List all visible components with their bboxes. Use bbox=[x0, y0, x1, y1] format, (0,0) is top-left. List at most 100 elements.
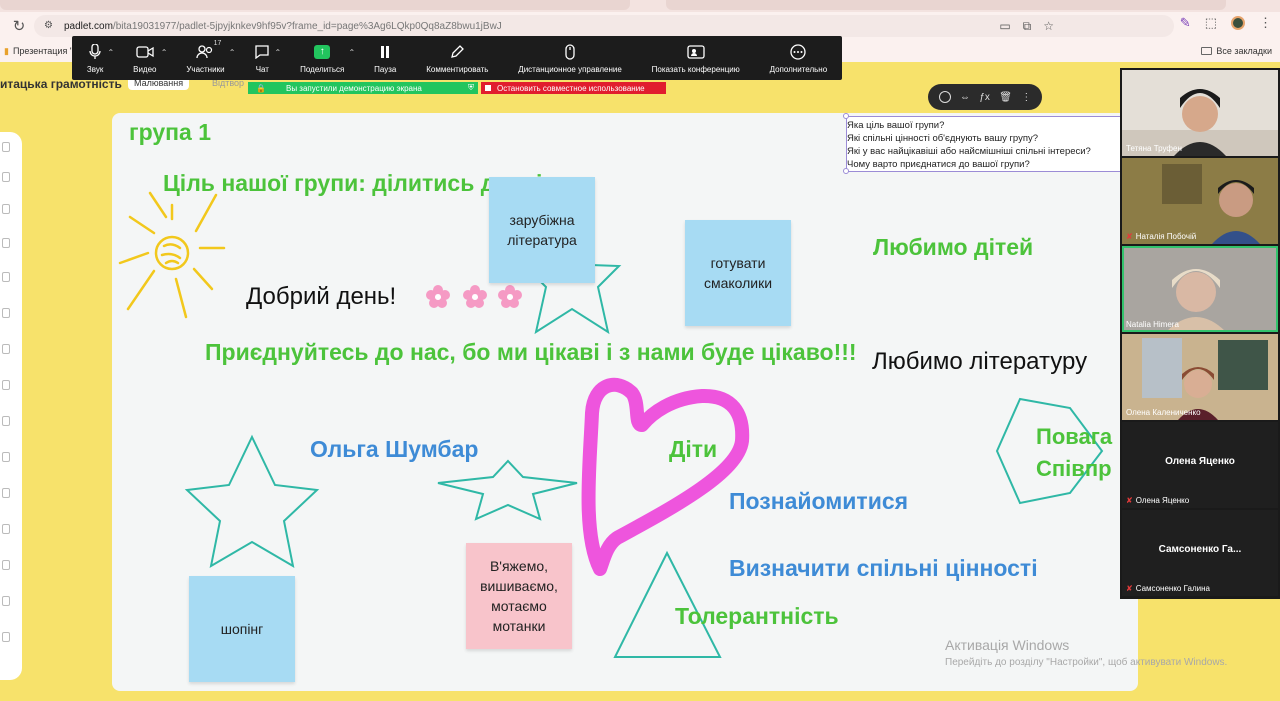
participant-name-text: Тетяна Труфен bbox=[1126, 144, 1182, 153]
profile-avatar[interactable] bbox=[1231, 16, 1245, 30]
resize-handle[interactable] bbox=[843, 168, 849, 174]
kids-text[interactable]: Діти bbox=[669, 436, 717, 463]
join-text[interactable]: Приєднуйтесь до нас, бо ми цікаві і з на… bbox=[205, 339, 857, 366]
participant-tile[interactable]: ✘ Наталія Побочій bbox=[1122, 158, 1278, 244]
padlet-left-rail bbox=[0, 132, 22, 680]
rail-icon[interactable] bbox=[2, 142, 10, 152]
remote-control-button[interactable]: Дистанционное управление bbox=[503, 36, 636, 80]
cast-icon[interactable]: ⧉ bbox=[1023, 19, 1032, 34]
toolbar-label: Участники bbox=[186, 64, 225, 74]
chat-button[interactable]: Чат ⌃ bbox=[239, 36, 285, 80]
mouse-icon bbox=[565, 43, 575, 61]
color-circle-icon[interactable] bbox=[938, 91, 951, 103]
pause-button[interactable]: Пауза bbox=[359, 36, 411, 80]
padlet-canvas[interactable]: група 1 Ціль нашої групи: ділитись досві… bbox=[112, 113, 1138, 691]
participant-name: Олена Калениченко bbox=[1126, 408, 1201, 417]
greeting-text[interactable]: Добрий день! bbox=[246, 283, 396, 311]
participant-name-text: Олена Калениченко bbox=[1126, 408, 1201, 417]
show-meeting-button[interactable]: Показать конференцию bbox=[637, 36, 755, 80]
values-text[interactable]: Визначити спільні цінності bbox=[729, 555, 1038, 582]
chevron-down-icon[interactable]: ⌃ bbox=[275, 48, 282, 57]
participants-button[interactable]: 17 Участники ⌃ bbox=[171, 36, 239, 80]
link-icon[interactable]: ⇔ bbox=[960, 92, 970, 103]
stop-sharing-button[interactable]: Остановить совместное использование bbox=[481, 82, 666, 94]
muted-mic-icon: ✘ bbox=[1126, 232, 1133, 241]
reload-icon[interactable]: ↻ bbox=[8, 17, 30, 35]
question-line: Чому варто приєднатися до вашої групи? bbox=[847, 159, 1030, 170]
chevron-down-icon[interactable]: ⌃ bbox=[108, 48, 115, 57]
participant-name-text: Олена Яценко bbox=[1135, 496, 1190, 505]
audio-button[interactable]: Звук ⌃ bbox=[72, 36, 118, 80]
sticky-note-shopping[interactable]: шопінг bbox=[189, 576, 295, 682]
author-name-text[interactable]: Ольга Шумбар bbox=[310, 436, 478, 463]
rail-icon[interactable] bbox=[2, 632, 10, 642]
folder-icon bbox=[1201, 47, 1213, 55]
muted-mic-icon: ✘ bbox=[1126, 584, 1133, 593]
rail-icon[interactable] bbox=[2, 596, 10, 606]
bookmark-star-icon[interactable]: ☆ bbox=[1043, 19, 1054, 33]
selected-questions-text[interactable]: Яка ціль вашої групи? Які спільні ціннос… bbox=[846, 116, 1124, 172]
more-button[interactable]: Дополнительно bbox=[755, 36, 842, 80]
chevron-down-icon[interactable]: ⌃ bbox=[349, 48, 356, 57]
menu-icon[interactable]: ⋮ bbox=[1259, 15, 1272, 31]
share-button[interactable]: ↑ Поделиться ⌃ bbox=[285, 36, 359, 80]
watermark-subtitle: Перейдіть до розділу "Настройки", щоб ак… bbox=[945, 657, 1228, 668]
url-path: /bita19031977/padlet-5jpyjknkev9hf95v?fr… bbox=[112, 20, 502, 32]
chevron-down-icon[interactable]: ⌃ bbox=[229, 48, 236, 57]
love-literature-text[interactable]: Любимо літературу bbox=[872, 348, 1087, 376]
formula-icon[interactable]: ƒx bbox=[979, 92, 990, 103]
respect-line: Повага bbox=[1036, 424, 1113, 449]
more-icon[interactable]: ⋮ bbox=[1021, 92, 1031, 103]
pen-icon[interactable]: ✎ bbox=[1180, 15, 1191, 31]
sticky-note-crafts[interactable]: В'яжемо, вишиваємо, мотаємо мотанки bbox=[466, 543, 572, 649]
rail-icon[interactable] bbox=[2, 238, 10, 248]
group-title[interactable]: група 1 bbox=[129, 119, 211, 146]
pause-icon bbox=[380, 43, 390, 61]
participant-tile[interactable]: Тетяна Труфен bbox=[1122, 70, 1278, 156]
participant-tile[interactable]: Олена Калениченко bbox=[1122, 334, 1278, 420]
page-icon[interactable]: ▭ bbox=[999, 19, 1010, 33]
rail-icon[interactable] bbox=[2, 416, 10, 426]
screen-sharing-banner: 🔒 Вы запустили демонстрацию экрана ⛨ bbox=[248, 82, 478, 94]
trash-icon[interactable]: 🗑 bbox=[999, 92, 1012, 103]
tolerance-text[interactable]: Толерантність bbox=[675, 603, 839, 630]
participant-tile-active[interactable]: Natalia Himera bbox=[1122, 246, 1278, 332]
url-field[interactable]: ⚙ padlet.com /bita19031977/padlet-5jpyjk… bbox=[34, 15, 1174, 37]
video-button[interactable]: Видео ⌃ bbox=[118, 36, 171, 80]
toolbar-label: Поделиться bbox=[300, 64, 345, 74]
bookmark-favicon-icon: ▮ bbox=[4, 45, 9, 56]
toolbar-label: Дополнительно bbox=[769, 64, 828, 74]
rail-icon[interactable] bbox=[2, 308, 10, 318]
more-icon bbox=[790, 43, 806, 61]
flower-icon bbox=[498, 285, 522, 308]
participant-tile[interactable]: Самсоненко Га... ✘ Самсоненко Галина bbox=[1122, 510, 1278, 596]
extensions-icon[interactable]: ⬚ bbox=[1205, 15, 1217, 31]
rail-icon[interactable] bbox=[2, 560, 10, 570]
love-kids-text[interactable]: Любимо дітей bbox=[873, 234, 1033, 261]
site-settings-icon[interactable]: ⚙ bbox=[44, 20, 56, 32]
annotate-button[interactable]: Комментировать bbox=[411, 36, 503, 80]
browser-tab[interactable] bbox=[666, 0, 1226, 10]
browser-tab[interactable] bbox=[0, 0, 630, 10]
toolbar-label: Видео bbox=[133, 64, 157, 74]
resize-handle[interactable] bbox=[843, 113, 849, 119]
respect-text[interactable]: Повага Співпр bbox=[1036, 421, 1112, 485]
sticky-text: зарубіжна література bbox=[507, 212, 577, 248]
camera-icon bbox=[136, 43, 154, 61]
rail-icon[interactable] bbox=[2, 524, 10, 534]
rail-icon[interactable] bbox=[2, 172, 10, 182]
rail-icon[interactable] bbox=[2, 272, 10, 282]
rail-icon[interactable] bbox=[2, 344, 10, 354]
all-bookmarks[interactable]: Все закладки bbox=[1201, 46, 1272, 56]
sticky-note-literature[interactable]: зарубіжна література bbox=[489, 177, 595, 283]
chevron-down-icon[interactable]: ⌃ bbox=[161, 48, 168, 57]
participant-center-name: Самсоненко Га... bbox=[1158, 544, 1242, 555]
rail-icon[interactable] bbox=[2, 488, 10, 498]
participant-name: ✘ Наталія Побочій bbox=[1126, 232, 1196, 241]
sticky-note-cooking[interactable]: готувати смаколики bbox=[685, 220, 791, 326]
meet-text[interactable]: Познайомитися bbox=[729, 488, 908, 515]
rail-icon[interactable] bbox=[2, 452, 10, 462]
rail-icon[interactable] bbox=[2, 204, 10, 214]
participant-tile[interactable]: Олена Яценко ✘ Олена Яценко bbox=[1122, 422, 1278, 508]
rail-icon[interactable] bbox=[2, 380, 10, 390]
